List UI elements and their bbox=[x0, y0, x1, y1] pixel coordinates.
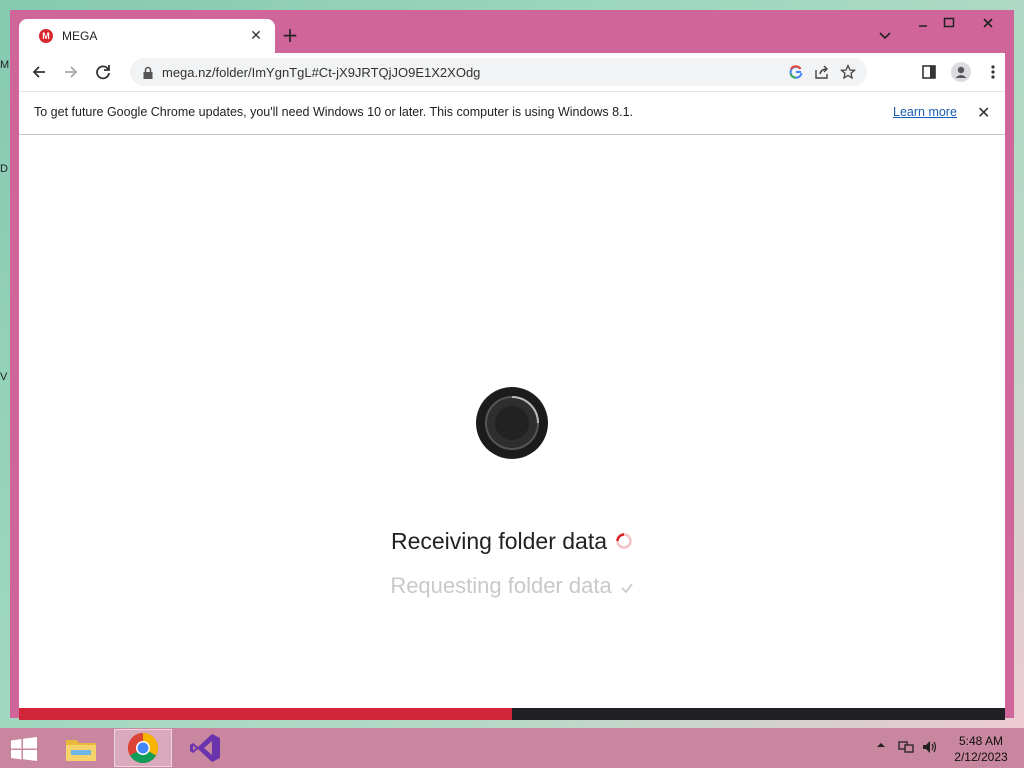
mega-favicon-icon: M bbox=[39, 29, 53, 43]
url-text[interactable]: mega.nz/folder/ImYgnTgL#Ct-jX9JRTQjJO9E1… bbox=[162, 65, 783, 80]
status-requesting: Requesting folder data bbox=[19, 573, 1005, 600]
infobar-message: To get future Google Chrome updates, you… bbox=[34, 105, 633, 119]
new-tab-button[interactable]: + bbox=[280, 25, 300, 46]
reload-button[interactable] bbox=[91, 61, 115, 83]
infobar-close-icon[interactable]: ✕ bbox=[977, 103, 990, 122]
clock-date: 2/12/2023 bbox=[954, 750, 1008, 764]
browser-toolbar: mega.nz/folder/ImYgnTgL#Ct-jX9JRTQjJO9E1… bbox=[19, 53, 1005, 91]
taskbar: 5:48 AM 2/12/2023 bbox=[0, 728, 1024, 768]
tab-mega[interactable]: M MEGA ✕ bbox=[19, 19, 275, 53]
mega-loading-logo-icon bbox=[476, 387, 548, 459]
status-receiving: Receiving folder data bbox=[19, 528, 1005, 556]
show-hidden-icons-chevron-icon[interactable] bbox=[876, 740, 886, 753]
address-bar[interactable]: mega.nz/folder/ImYgnTgL#Ct-jX9JRTQjJO9E1… bbox=[130, 58, 867, 86]
titlebar: M MEGA ✕ + bbox=[10, 10, 1014, 53]
side-panel-icon[interactable] bbox=[917, 61, 941, 83]
google-lens-icon[interactable] bbox=[783, 61, 809, 83]
close-window-button[interactable] bbox=[968, 12, 1008, 34]
progress-bar-fill bbox=[19, 708, 512, 720]
status-sub-text: Requesting folder data bbox=[390, 573, 612, 598]
lock-icon[interactable] bbox=[142, 65, 154, 79]
tab-close-icon[interactable]: ✕ bbox=[247, 28, 265, 44]
learn-more-link[interactable]: Learn more bbox=[893, 105, 957, 119]
network-icon[interactable] bbox=[898, 740, 914, 757]
maximize-button[interactable] bbox=[932, 12, 966, 34]
tab-title: MEGA bbox=[62, 29, 98, 43]
file-explorer-taskbar-icon[interactable] bbox=[52, 729, 110, 767]
volume-icon[interactable] bbox=[922, 740, 938, 757]
forward-button[interactable] bbox=[59, 61, 83, 83]
bookmark-star-icon[interactable] bbox=[835, 61, 861, 83]
status-main-text: Receiving folder data bbox=[390, 528, 608, 554]
tab-search-chevron-icon[interactable] bbox=[876, 28, 894, 44]
share-icon[interactable] bbox=[809, 61, 835, 83]
chrome-window: M MEGA ✕ + mega.nz/folder/ImYgnTgL#Ct-jX… bbox=[10, 10, 1014, 720]
menu-kebab-icon[interactable] bbox=[981, 61, 1005, 83]
spinner-icon bbox=[615, 529, 633, 556]
update-infobar: To get future Google Chrome updates, you… bbox=[19, 91, 1005, 135]
clock-time: 5:48 AM bbox=[958, 734, 1004, 748]
back-button[interactable] bbox=[27, 61, 51, 83]
chrome-taskbar-icon[interactable] bbox=[114, 729, 172, 767]
page-content: Receiving folder data Requesting folder … bbox=[19, 135, 1005, 720]
visual-studio-taskbar-icon[interactable] bbox=[176, 729, 234, 767]
profile-avatar-icon[interactable] bbox=[949, 61, 973, 83]
checkmark-icon bbox=[620, 574, 634, 600]
system-clock[interactable]: 5:48 AM 2/12/2023 bbox=[948, 733, 1014, 765]
start-button-windows-icon[interactable] bbox=[10, 737, 38, 761]
progress-bar bbox=[19, 708, 1005, 720]
